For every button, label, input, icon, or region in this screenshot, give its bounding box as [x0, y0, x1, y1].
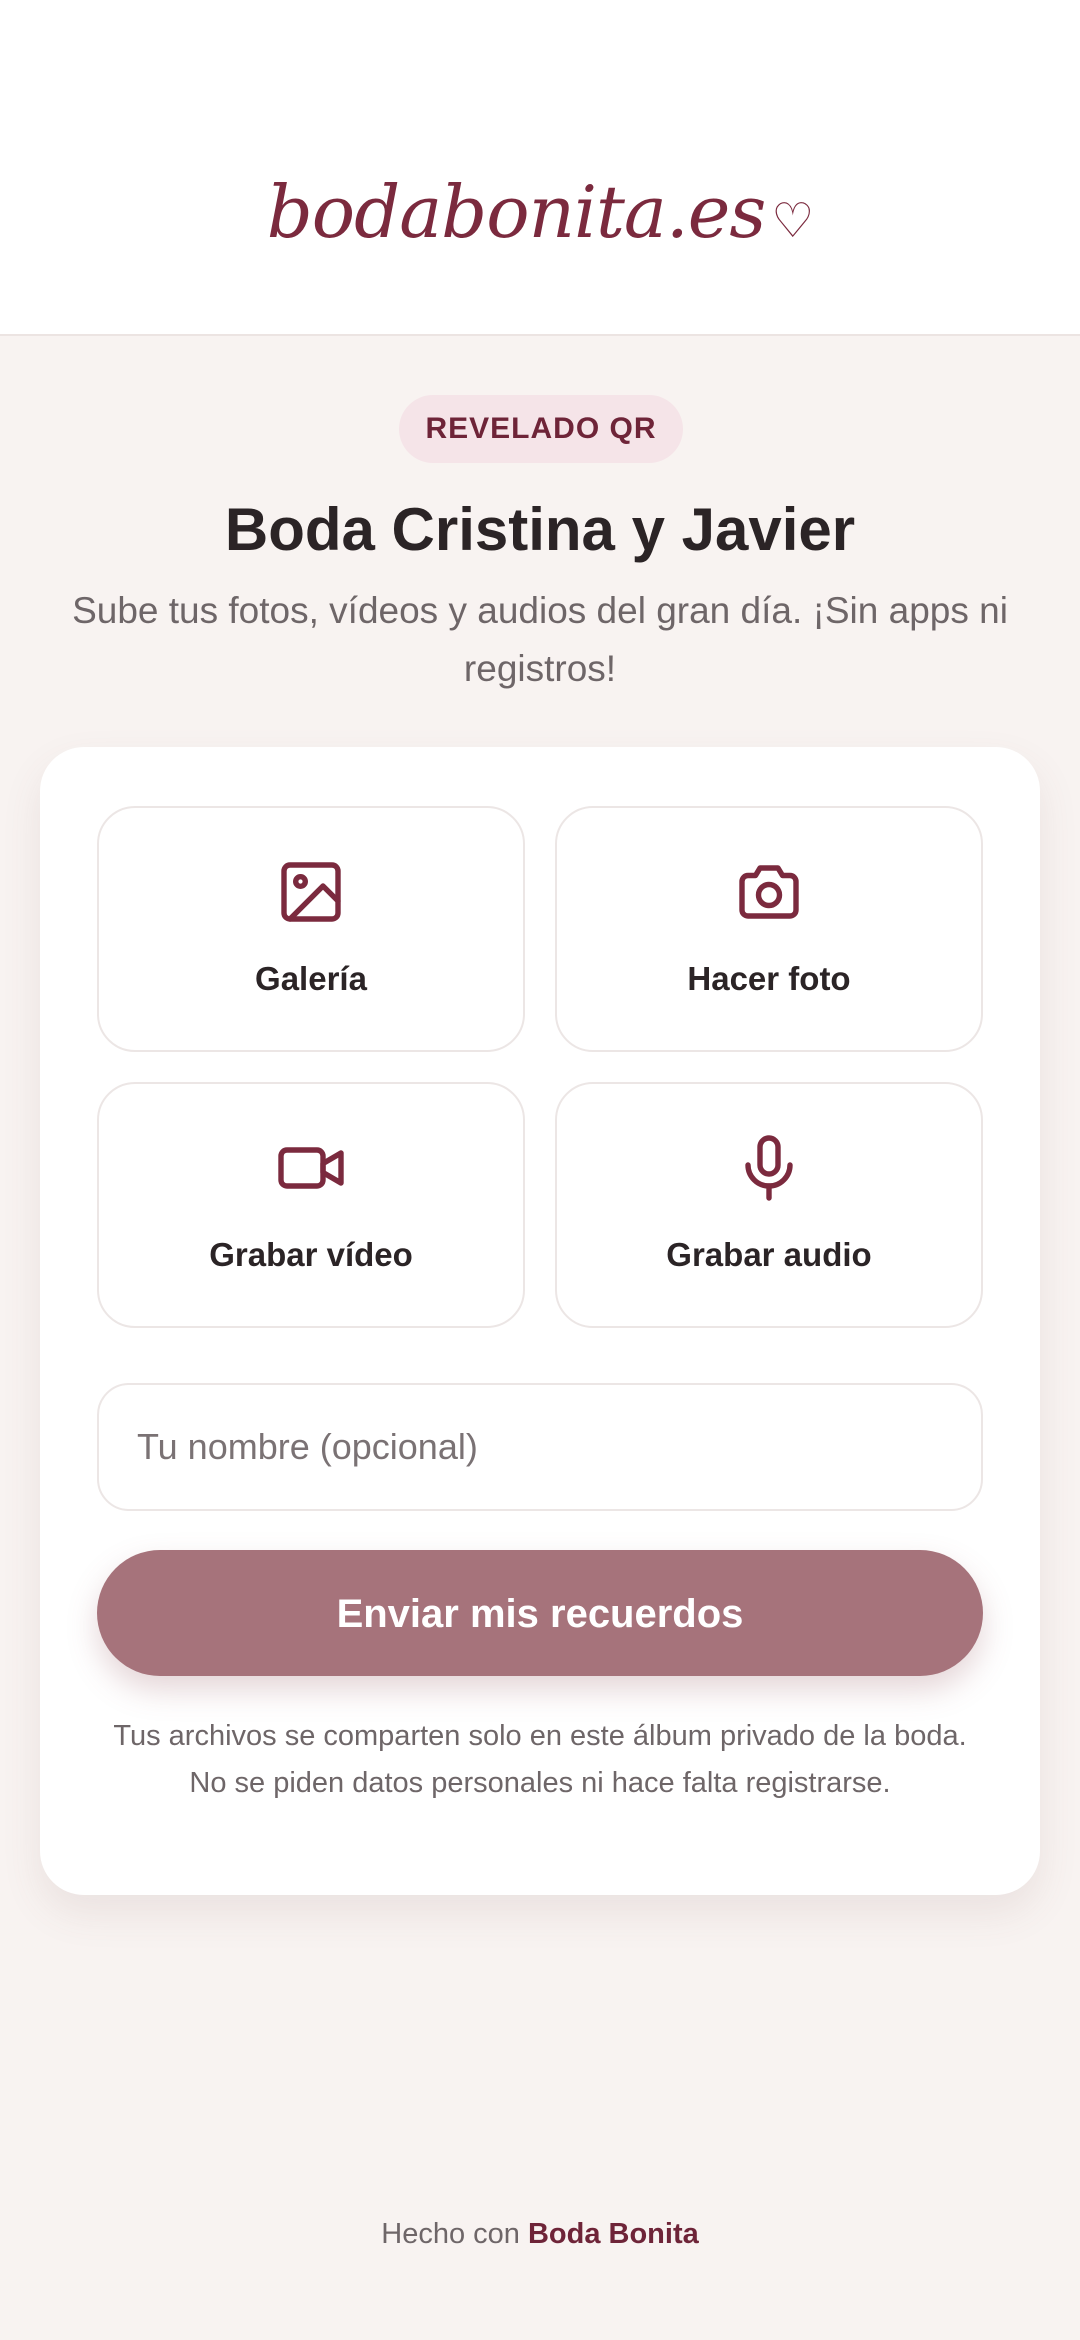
footer-text: Hecho con [381, 2218, 520, 2250]
upload-card: Galería Hacer foto Grabar vídeo Grabar a… [40, 747, 1040, 1895]
record-video-button[interactable]: Grabar vídeo [97, 1082, 525, 1328]
footer: Hecho con Boda Bonita [0, 2218, 1080, 2251]
take-photo-button[interactable]: Hacer foto [555, 806, 983, 1052]
record-audio-button[interactable]: Grabar audio [555, 1082, 983, 1328]
record-audio-label: Grabar audio [666, 1236, 872, 1273]
microphone-icon [557, 1132, 981, 1204]
send-memories-button[interactable]: Enviar mis recuerdos [97, 1550, 983, 1676]
heart-icon: ♡ [771, 193, 814, 249]
gallery-label: Galería [255, 960, 367, 997]
video-camera-icon [99, 1132, 523, 1204]
gallery-button[interactable]: Galería [97, 806, 525, 1052]
footer-brand-link[interactable]: Boda Bonita [528, 2218, 699, 2250]
page-subtitle: Sube tus fotos, vídeos y audios del gran… [72, 590, 1008, 689]
name-input[interactable] [97, 1383, 983, 1511]
camera-icon [557, 856, 981, 928]
logo-text: bodabonita.es [266, 170, 767, 254]
record-video-label: Grabar vídeo [209, 1236, 413, 1273]
image-icon [99, 856, 523, 928]
top-header: bodabonita.es ♡ [0, 0, 1080, 336]
reveal-badge: REVELADO QR [399, 395, 683, 463]
take-photo-label: Hacer foto [687, 960, 851, 997]
page-title: Boda Cristina y Javier [224, 496, 856, 563]
brand-logo[interactable]: bodabonita.es ♡ [0, 170, 1080, 254]
privacy-note: Tus archivos se comparten solo en este á… [113, 1720, 967, 1799]
